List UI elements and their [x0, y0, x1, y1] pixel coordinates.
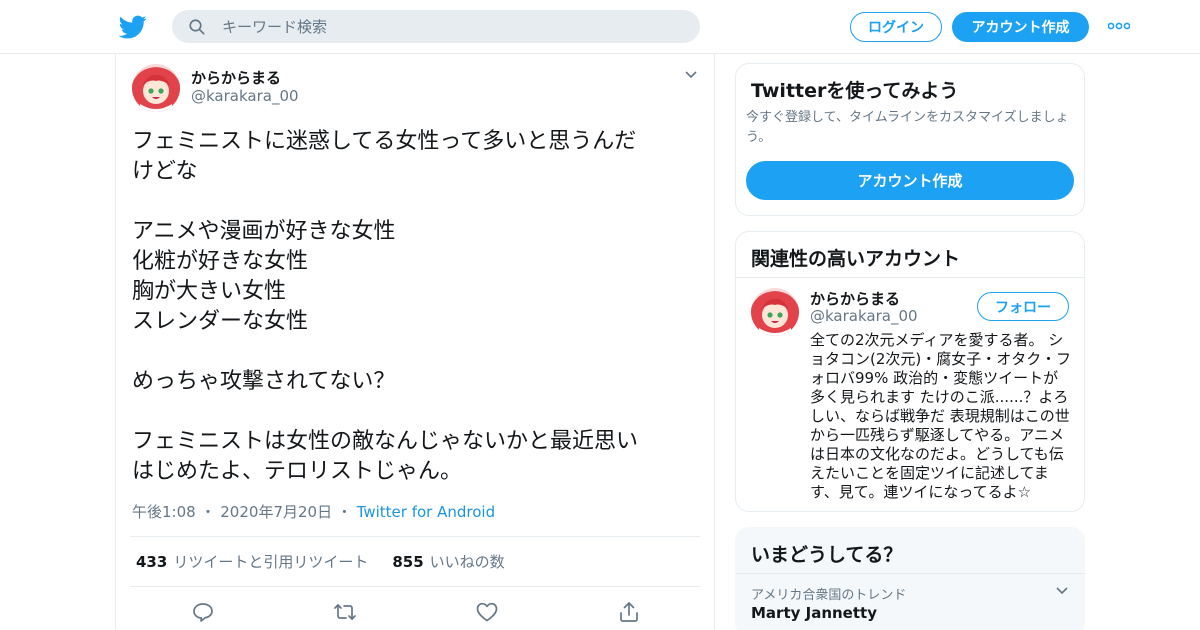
signup-button[interactable]: アカウント作成 [952, 12, 1089, 42]
tweet-line: はじめたよ、テロリストじゃん。 [132, 459, 463, 484]
tweet-line [132, 397, 692, 427]
signup-prompt-card: Twitterを使ってみよう 今すぐ登録して、タイムラインをカスタマイズしましょ… [735, 63, 1085, 216]
avatar[interactable] [132, 64, 180, 112]
tweet-text: フェミニストに迷惑してる女性って多いと思うんだ けどな アニメや漫画が好きな女性… [132, 127, 692, 487]
tweet-line: スレンダーな女性 [132, 309, 309, 334]
card-title: いまどうしてる？ [751, 544, 903, 566]
create-account-button[interactable]: アカウント作成 [746, 161, 1074, 200]
trends-card: いまどうしてる？ アメリカ合衆国のトレンド Marty Jannetty [735, 527, 1086, 630]
account-name[interactable]: からからまる [810, 288, 900, 309]
tweet-line [132, 187, 692, 217]
tweet-line: フェミニストに迷惑してる女性って多いと思うんだ [132, 129, 637, 154]
reply-icon[interactable] [191, 600, 215, 624]
trend-item[interactable]: Marty Jannetty [751, 604, 877, 622]
card-title: Twitterを使ってみよう [751, 80, 959, 102]
twitter-bird-icon[interactable] [119, 13, 147, 41]
avatar[interactable] [751, 288, 799, 336]
search-icon [189, 19, 205, 35]
avatar-image [132, 64, 180, 112]
search-input[interactable] [222, 10, 682, 43]
chevron-down-icon[interactable] [1055, 586, 1069, 596]
retweet-label[interactable]: リツイートと引用リツイート [173, 551, 368, 572]
tweet-line: 胸が大きい女性 [132, 279, 287, 304]
top-header: ログイン アカウント作成 [0, 0, 1200, 54]
avatar-image [751, 288, 799, 336]
search-bar[interactable] [172, 10, 700, 43]
more-dots-icon[interactable] [1108, 19, 1130, 33]
tweet-metadata: 午後1:08 ・ 2020年7月20日 ・ Twitter for Androi… [132, 501, 495, 522]
tweet-source-link[interactable]: Twitter for Android [357, 503, 495, 521]
tweet-line [132, 337, 692, 367]
tweet-line: 化粧が好きな女性 [132, 249, 309, 274]
account-bio: 全ての2次元メディアを愛する者。 ショタコン(2次元)・腐女子・オタク・フォロバ… [810, 331, 1071, 501]
tweet-line: けどな [132, 159, 198, 184]
tweet-detail: からからまる @karakara_00 フェミニストに迷惑してる女性って多いと思… [115, 54, 715, 630]
like-label[interactable]: いいねの数 [430, 551, 505, 572]
like-count[interactable]: 855 [392, 553, 423, 571]
account-handle[interactable]: @karakara_00 [810, 307, 918, 325]
separator-dot: ・ [336, 503, 352, 521]
tweet-line: アニメや漫画が好きな女性 [132, 219, 396, 244]
tweet-stats: 433 リツイートと引用リツイート 855 いいねの数 [130, 536, 700, 587]
follow-button[interactable]: フォロー [977, 292, 1069, 321]
tweet-line: フェミニストは女性の敵なんじゃないかと最近思い [132, 429, 639, 454]
tweet-time[interactable]: 午後1:08 [132, 503, 196, 521]
chevron-down-icon[interactable] [684, 70, 698, 80]
related-accounts-card: 関連性の高いアカウント からからまる @karakara_00 フォロー 全ての… [735, 231, 1085, 512]
trend-context: アメリカ合衆国のトレンド [751, 588, 907, 603]
separator-dot: ・ [200, 503, 216, 521]
card-description: 今すぐ登録して、タイムラインをカスタマイズしましょう。 [746, 110, 1069, 145]
retweet-count[interactable]: 433 [136, 553, 167, 571]
share-icon[interactable] [617, 600, 641, 624]
divider [736, 277, 1084, 278]
retweet-icon[interactable] [333, 600, 357, 624]
like-heart-icon[interactable] [475, 600, 499, 624]
login-button[interactable]: ログイン [850, 12, 942, 42]
card-title: 関連性の高いアカウント [751, 248, 961, 270]
tweet-line: めっちゃ攻撃されてない？ [132, 369, 396, 394]
tweet-date[interactable]: 2020年7月20日 [220, 503, 332, 521]
author-handle[interactable]: @karakara_00 [191, 87, 299, 105]
divider [736, 573, 1086, 574]
author-name[interactable]: からからまる [191, 67, 281, 88]
